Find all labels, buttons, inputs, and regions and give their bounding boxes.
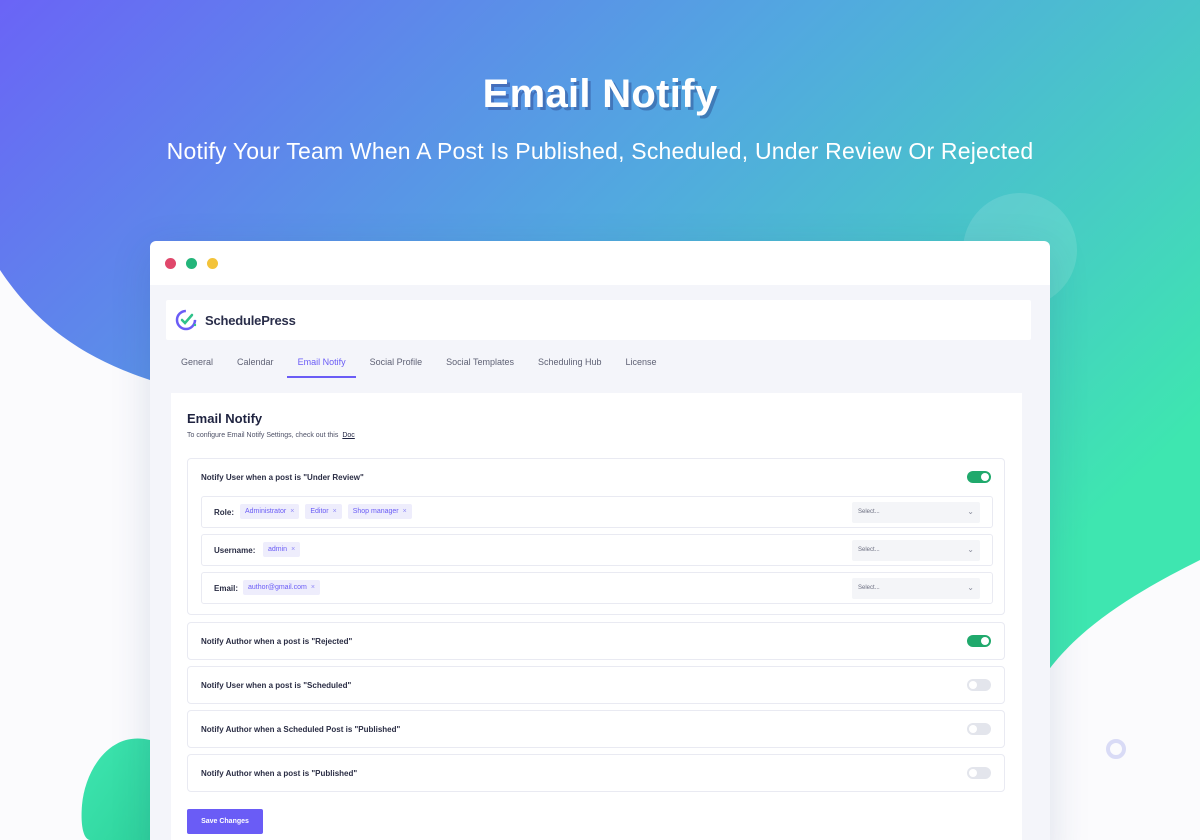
settings-tabs: General Calendar Email Notify Social Pro…: [170, 347, 670, 379]
email-row: Email: author@gmail.com × Select... ⌄: [201, 572, 993, 604]
toggle-knob: [969, 725, 977, 733]
chip-label: author@gmail.com: [248, 584, 307, 591]
scheduled-toggle[interactable]: [967, 679, 991, 691]
chip-editor: Editor ×: [305, 504, 342, 519]
chip-remove-icon[interactable]: ×: [403, 508, 407, 515]
scheduled-label: Notify User when a post is "Scheduled": [201, 681, 352, 690]
username-select[interactable]: Select... ⌄: [852, 540, 980, 561]
select-placeholder: Select...: [858, 547, 880, 553]
chip-remove-icon[interactable]: ×: [311, 584, 315, 591]
save-changes-button[interactable]: Save Changes: [187, 809, 263, 834]
rejected-toggle[interactable]: [967, 635, 991, 647]
role-label: Role:: [214, 508, 234, 517]
rejected-card: Notify Author when a post is "Rejected": [187, 622, 1005, 660]
role-chips: Administrator × Editor × Shop manager ×: [240, 504, 412, 519]
email-notify-panel: Email Notify To configure Email Notify S…: [171, 393, 1022, 840]
chip-label: Editor: [310, 508, 329, 515]
chip-label: Administrator: [245, 508, 287, 515]
tab-calendar[interactable]: Calendar: [226, 347, 284, 378]
tab-scheduling-hub[interactable]: Scheduling Hub: [527, 347, 612, 378]
panel-title: Email Notify: [187, 411, 263, 426]
tab-general[interactable]: General: [170, 347, 223, 378]
schedulepress-logo-icon: [175, 309, 197, 331]
tab-social-templates[interactable]: Social Templates: [435, 347, 524, 378]
scheduled-published-card: Notify Author when a Scheduled Post is "…: [187, 710, 1005, 748]
window-body: SchedulePress General Calendar Email Not…: [150, 285, 1050, 840]
username-chips: admin ×: [263, 542, 301, 557]
scheduled-published-toggle[interactable]: [967, 723, 991, 735]
app-header: SchedulePress: [166, 300, 1031, 340]
hero-title: Email Notify: [482, 72, 718, 116]
window-titlebar: [150, 241, 1050, 285]
rejected-label: Notify Author when a post is "Rejected": [201, 637, 353, 646]
toggle-knob: [981, 473, 989, 481]
app-name: SchedulePress: [205, 312, 296, 328]
under-review-card: Notify User when a post is "Under Review…: [187, 458, 1005, 615]
chip-admin: admin ×: [263, 542, 301, 557]
chip-remove-icon[interactable]: ×: [333, 508, 337, 515]
toggle-knob: [981, 637, 989, 645]
scheduled-published-label: Notify Author when a Scheduled Post is "…: [201, 725, 401, 734]
chip-shop-manager: Shop manager ×: [347, 504, 412, 519]
chevron-down-icon: ⌄: [967, 507, 974, 516]
doc-link[interactable]: Doc: [342, 432, 354, 439]
panel-description: To configure Email Notify Settings, chec…: [187, 432, 355, 439]
tab-email-notify[interactable]: Email Notify: [286, 347, 356, 378]
email-select[interactable]: Select... ⌄: [852, 578, 980, 599]
tab-social-profile[interactable]: Social Profile: [359, 347, 433, 378]
chip-remove-icon[interactable]: ×: [291, 546, 295, 553]
chip-label: Shop manager: [352, 508, 399, 515]
chevron-down-icon: ⌄: [967, 583, 974, 592]
chevron-down-icon: ⌄: [967, 545, 974, 554]
window-minimize-dot[interactable]: [207, 257, 218, 269]
chip-administrator: Administrator ×: [240, 504, 300, 519]
email-label: Email:: [214, 584, 239, 593]
select-placeholder: Select...: [858, 509, 880, 515]
window-close-dot[interactable]: [165, 257, 176, 269]
window-maximize-dot[interactable]: [186, 257, 197, 269]
published-card: Notify Author when a post is "Published": [187, 754, 1005, 792]
username-label: Username:: [214, 546, 256, 555]
toggle-knob: [969, 769, 977, 777]
username-row: Username: admin × Select... ⌄: [201, 534, 993, 566]
role-select[interactable]: Select... ⌄: [852, 502, 980, 523]
published-label: Notify Author when a post is "Published": [201, 769, 358, 778]
toggle-knob: [969, 681, 977, 689]
chip-label: admin: [268, 546, 288, 553]
scheduled-card: Notify User when a post is "Scheduled": [187, 666, 1005, 704]
published-toggle[interactable]: [967, 767, 991, 779]
email-chips: author@gmail.com ×: [243, 580, 320, 595]
hero-subtitle: Notify Your Team When A Post Is Publishe…: [166, 138, 1034, 164]
tab-license[interactable]: License: [615, 347, 667, 378]
under-review-toggle[interactable]: [967, 471, 991, 483]
app-window: SchedulePress General Calendar Email Not…: [150, 241, 1050, 840]
select-placeholder: Select...: [858, 585, 880, 591]
panel-description-text: To configure Email Notify Settings, chec…: [187, 432, 339, 439]
chip-remove-icon[interactable]: ×: [290, 508, 294, 515]
under-review-label: Notify User when a post is "Under Review…: [201, 473, 364, 482]
chip-author-email: author@gmail.com ×: [243, 580, 320, 595]
role-row: Role: Administrator × Editor × Shop manage…: [201, 496, 993, 528]
